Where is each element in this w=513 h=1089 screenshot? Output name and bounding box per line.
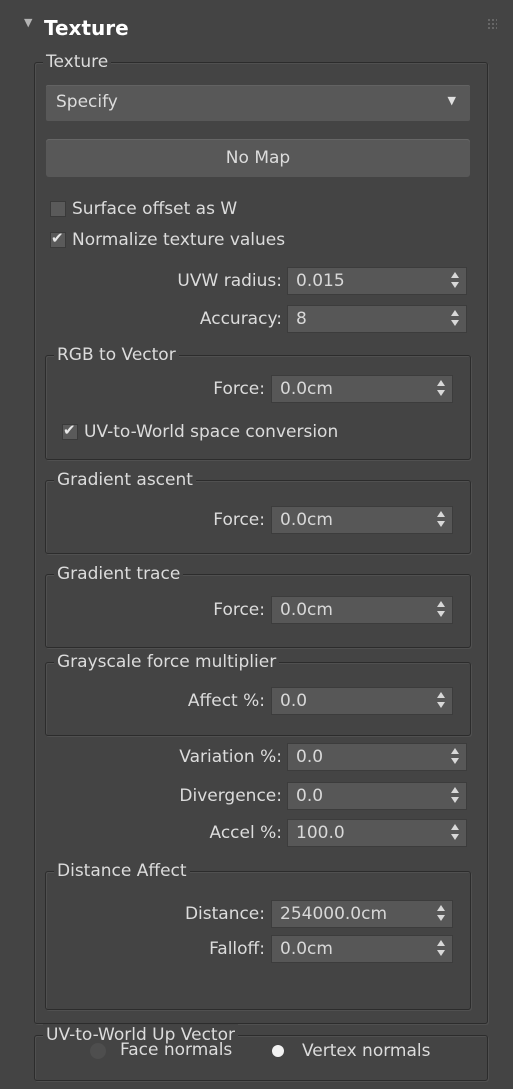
rgb-force-row: Force: — [60, 376, 265, 404]
checkmark-icon: ✔ — [51, 229, 64, 247]
group-title-gradient-ascent: Gradient ascent — [54, 469, 196, 491]
distance-value[interactable]: 254000.0cm — [280, 904, 387, 924]
spinner-arrows-icon[interactable] — [437, 904, 445, 922]
normalize-label: Normalize texture values — [72, 230, 286, 250]
surface-offset-checkbox-row[interactable]: Surface offset as W — [50, 199, 350, 223]
variation-label: Variation %: — [179, 747, 282, 767]
group-title-grayscale: Grayscale force multiplier — [54, 651, 280, 673]
falloff-spinner[interactable]: 0.0cm — [271, 935, 453, 963]
divergence-label: Divergence: — [179, 786, 282, 806]
face-normals-label[interactable]: Face normals — [120, 1040, 232, 1060]
accuracy-row: Accuracy: — [60, 306, 282, 334]
spinner-arrows-icon[interactable] — [451, 747, 459, 765]
distance-spinner[interactable]: 254000.0cm — [271, 900, 453, 928]
map-button[interactable]: No Map — [46, 139, 470, 177]
variation-spinner[interactable]: 0.0 — [287, 743, 467, 771]
affect-label: Affect %: — [187, 691, 265, 711]
trace-force-spinner[interactable]: 0.0cm — [271, 596, 453, 624]
trace-force-label: Force: — [213, 600, 265, 620]
texture-rollout-panel: ▼ Texture Texture Specify ▼ No Map Surfa… — [0, 0, 513, 1089]
affect-row: Affect %: — [60, 688, 265, 716]
uvw-radius-row: UVW radius: — [60, 268, 282, 296]
accuracy-spinner[interactable]: 8 — [287, 305, 467, 333]
rgb-force-spinner[interactable]: 0.0cm — [271, 375, 453, 403]
drag-grip-icon[interactable] — [487, 18, 497, 30]
ascent-force-spinner[interactable]: 0.0cm — [271, 506, 453, 534]
accel-spinner[interactable]: 100.0 — [287, 819, 467, 847]
affect-value[interactable]: 0.0 — [280, 691, 307, 711]
spinner-arrows-icon[interactable] — [451, 271, 459, 289]
group-title-distance-affect: Distance Affect — [54, 860, 190, 882]
divergence-spinner[interactable]: 0.0 — [287, 782, 467, 810]
uvw-radius-value[interactable]: 0.015 — [296, 271, 345, 291]
accel-label: Accel %: — [209, 823, 283, 843]
dropdown-value: Specify — [56, 92, 118, 112]
falloff-label: Falloff: — [209, 939, 265, 959]
rollout-header[interactable]: ▼ Texture — [0, 12, 513, 44]
spinner-arrows-icon[interactable] — [437, 691, 445, 709]
accuracy-label: Accuracy: — [199, 309, 282, 329]
spinner-arrows-icon[interactable] — [437, 600, 445, 618]
distance-row: Distance: — [60, 901, 265, 929]
surface-offset-label: Surface offset as W — [72, 199, 238, 219]
variation-row: Variation %: — [60, 744, 282, 772]
spinner-arrows-icon[interactable] — [437, 939, 445, 957]
group-title-gradient-trace: Gradient trace — [54, 563, 184, 585]
texture-source-dropdown[interactable]: Specify ▼ — [46, 85, 470, 121]
face-normals-radio[interactable] — [90, 1043, 106, 1059]
trace-force-value[interactable]: 0.0cm — [280, 600, 333, 620]
rgb-force-value[interactable]: 0.0cm — [280, 379, 333, 399]
accuracy-value[interactable]: 8 — [296, 309, 307, 329]
uv-world-conversion-checkbox[interactable]: ✔ — [62, 421, 78, 440]
ascent-force-label: Force: — [213, 510, 265, 530]
spinner-arrows-icon[interactable] — [451, 823, 459, 841]
uv-world-conversion-row[interactable]: ✔ UV-to-World space conversion — [62, 421, 402, 446]
rgb-force-label: Force: — [213, 379, 265, 399]
ascent-force-row: Force: — [60, 507, 265, 535]
chevron-down-icon: ▼ — [447, 94, 456, 107]
uvw-radius-spinner[interactable]: 0.015 — [287, 267, 467, 295]
rollout-title[interactable]: Texture — [44, 16, 129, 40]
uv-world-conversion-label: UV-to-World space conversion — [84, 422, 339, 442]
variation-value[interactable]: 0.0 — [296, 747, 323, 767]
normalize-checkbox[interactable]: ✔ — [50, 229, 66, 248]
trace-force-row: Force: — [60, 597, 265, 625]
affect-spinner[interactable]: 0.0 — [271, 687, 453, 715]
falloff-row: Falloff: — [60, 936, 265, 964]
checkmark-icon: ✔ — [63, 421, 76, 439]
falloff-value[interactable]: 0.0cm — [280, 939, 333, 959]
divergence-row: Divergence: — [60, 783, 282, 811]
normalize-checkbox-row[interactable]: ✔ Normalize texture values — [50, 229, 370, 254]
uvw-radius-label: UVW radius: — [177, 271, 282, 291]
spinner-arrows-icon[interactable] — [437, 510, 445, 528]
accel-row: Accel %: — [60, 820, 283, 848]
spinner-arrows-icon[interactable] — [437, 379, 445, 397]
vertex-normals-radio[interactable] — [272, 1045, 284, 1057]
accel-value[interactable]: 100.0 — [296, 823, 345, 843]
distance-label: Distance: — [184, 904, 265, 924]
collapse-arrow-icon[interactable]: ▼ — [24, 16, 32, 29]
spinner-arrows-icon[interactable] — [451, 309, 459, 327]
surface-offset-checkbox[interactable] — [50, 201, 66, 217]
ascent-force-value[interactable]: 0.0cm — [280, 510, 333, 530]
spinner-arrows-icon[interactable] — [451, 786, 459, 804]
divergence-value[interactable]: 0.0 — [296, 786, 323, 806]
group-title-rgb-to-vector: RGB to Vector — [54, 344, 179, 366]
vertex-normals-label[interactable]: Vertex normals — [302, 1041, 430, 1061]
group-title-texture: Texture — [43, 51, 112, 73]
